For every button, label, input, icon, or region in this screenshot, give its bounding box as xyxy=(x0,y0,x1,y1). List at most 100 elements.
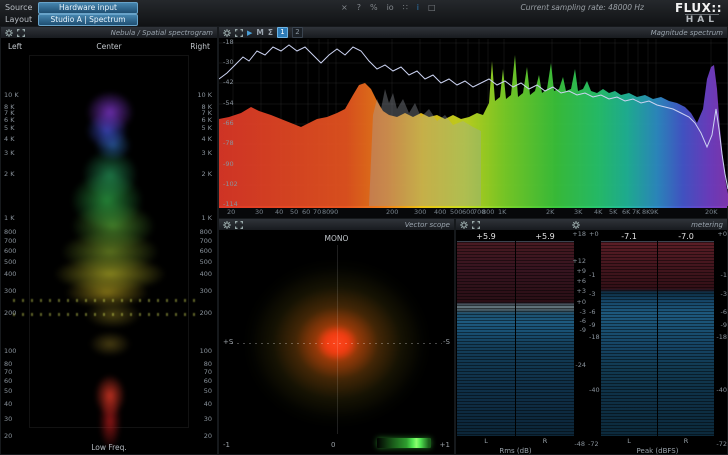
nebula-freq-label: 500 xyxy=(200,259,212,266)
rms-scale-label: -3 xyxy=(580,309,586,316)
peak-scale-label: -1 xyxy=(721,272,727,279)
close-icon[interactable]: × xyxy=(341,3,348,12)
correlation-meter xyxy=(377,438,431,448)
nebula-freq-label: 600 xyxy=(200,248,212,255)
plus-s-label: +S xyxy=(223,338,233,346)
toolbar-icons: ×?% io ∷ i □ xyxy=(341,3,436,12)
fullscreen-icon[interactable]: ∷ xyxy=(403,3,408,12)
peak-scale-label: -9 xyxy=(721,322,727,329)
nebula-freq-label: 3 K xyxy=(202,150,212,157)
peak-scale-label: -3 xyxy=(721,291,727,298)
spectrum-db-label: -66 xyxy=(223,120,234,127)
minus-s-label: -S xyxy=(443,338,450,346)
nebula-panel[interactable]: Nebula / Spatial spectrogram Left Center… xyxy=(0,26,218,455)
hal-logo: HAL xyxy=(685,14,719,25)
spectrum-db-label: -78 xyxy=(223,140,234,147)
nebula-freq-label: 700 xyxy=(200,238,212,245)
spectrum-db-label: -102 xyxy=(223,181,238,188)
nebula-freq-label: 4 K xyxy=(202,136,212,143)
vector-scope-mode-label: MONO xyxy=(219,234,454,243)
vector-scope-vertical-axis xyxy=(337,245,338,434)
axis-minus-one-label: -1 xyxy=(223,441,230,449)
peak-scale-bottom-label: -72 xyxy=(588,440,602,448)
rms-scale-label: -9 xyxy=(580,327,586,334)
nebula-freq-label: 1 K xyxy=(202,215,212,222)
vector-scope-panel[interactable]: Vector scope MONO +S -S -1 0 +1 xyxy=(218,218,455,455)
top-bar: Source Layout Hardware input Studio A | … xyxy=(0,0,728,27)
axis-zero-label: 0 xyxy=(331,441,335,449)
flux-logo: FLUX:: xyxy=(675,1,722,15)
layout-label: Layout xyxy=(5,15,32,24)
settings-icon[interactable]: % xyxy=(370,3,378,12)
peak-right-channel-label: R xyxy=(658,437,714,445)
rms-scale-label: -24 xyxy=(575,362,586,369)
nebula-freq-label: 800 xyxy=(200,229,212,236)
peak-scale-label: -3 xyxy=(589,291,595,298)
spectrum-freq-label: 300 xyxy=(414,209,432,216)
rms-scale-label: +0 xyxy=(576,299,586,306)
nebula-freq-label: 300 xyxy=(200,288,212,295)
vector-scope-horizontal-axis xyxy=(231,343,442,344)
fullscreen-icon[interactable] xyxy=(472,221,480,229)
rms-right-channel-label: R xyxy=(516,437,574,445)
window-icon[interactable]: □ xyxy=(428,3,436,12)
spectrum-freq-label: 90 xyxy=(330,209,348,216)
nebula-freq-label: 400 xyxy=(200,271,212,278)
rms-scale-label: -6 xyxy=(580,318,586,325)
nebula-freq-label: 70 xyxy=(204,369,212,376)
peak-right-value: -7.0 xyxy=(658,232,714,241)
nebula-freq-label: 50 xyxy=(204,388,212,395)
magnitude-spectrum-panel[interactable]: ▶ M Σ 1 2 Magnitude spectrum xyxy=(218,26,728,218)
peak-scale-label: -6 xyxy=(589,309,595,316)
nebula-freq-label: 30 xyxy=(204,416,212,423)
fullscreen-icon[interactable] xyxy=(235,221,243,229)
rms-right-value: +5.9 xyxy=(516,232,574,241)
peak-scale-label: -18 xyxy=(716,334,727,341)
peak-scale-label: -9 xyxy=(589,322,595,329)
rms-group-name: Rms (dB) xyxy=(457,447,574,455)
peak-scale-label: -1 xyxy=(589,272,595,279)
spectrum-freq-label: 1K xyxy=(498,209,516,216)
spectrum-freq-label: 2K xyxy=(546,209,564,216)
peak-scale-bottom-label: -72 xyxy=(714,440,727,448)
help-icon[interactable]: ? xyxy=(357,3,361,12)
peak-left-value: -7.1 xyxy=(601,232,657,241)
source-selector-button[interactable]: Hardware input xyxy=(38,2,138,14)
nebula-freq-label: 10 K xyxy=(197,92,212,99)
rms-left-value: +5.9 xyxy=(457,232,515,241)
gear-icon[interactable] xyxy=(460,221,468,229)
nebula-freq-label: 40 xyxy=(204,401,212,408)
peak-scale-label: +0 xyxy=(589,231,599,238)
nebula-freq-label: 100 xyxy=(200,348,212,355)
source-label: Source xyxy=(5,3,32,12)
flux-analyzer-window: Source Layout Hardware input Studio A | … xyxy=(0,0,728,455)
nebula-freq-label: 2 K xyxy=(202,171,212,178)
spectrum-db-label: -54 xyxy=(223,100,234,107)
rms-scale-label: +9 xyxy=(576,268,586,275)
vector-scope-title: Vector scope xyxy=(405,221,450,229)
nebula-freq-label: 6 K xyxy=(202,117,212,124)
spectrum-db-label: -90 xyxy=(223,161,234,168)
spectrum-db-label: -42 xyxy=(223,79,234,86)
spectrum-freq-label: 30 xyxy=(255,209,273,216)
rms-meter-right xyxy=(516,241,574,436)
rms-left-channel-label: L xyxy=(457,437,515,445)
nebula-freq-label: 80 xyxy=(204,361,212,368)
layout-selector-button[interactable]: Studio A | Spectrum xyxy=(38,14,138,26)
peak-scale-label: -18 xyxy=(589,334,600,341)
rms-scale-label: +18 xyxy=(572,231,586,238)
info-icon[interactable]: i xyxy=(417,3,419,12)
nebula-freq-label: 200 xyxy=(200,310,212,317)
rms-meter-left xyxy=(457,241,515,436)
rms-scale-label: +6 xyxy=(576,278,586,285)
peak-meter-left xyxy=(601,241,657,436)
peak-left-channel-label: L xyxy=(601,437,657,445)
gear-icon[interactable] xyxy=(223,221,231,229)
peak-scale-label: -6 xyxy=(721,309,727,316)
peak-group-name: Peak (dBFS) xyxy=(601,447,714,455)
spectrum-db-label: -30 xyxy=(223,59,234,66)
metering-panel[interactable]: metering +5.9 +5.9 -7.1 -7.0 +18+12+9+6+… xyxy=(455,218,728,455)
spectrum-freq-label: 9K xyxy=(650,209,668,216)
spectrum-freq-label: 200 xyxy=(386,209,404,216)
io-icon[interactable]: io xyxy=(387,3,394,12)
